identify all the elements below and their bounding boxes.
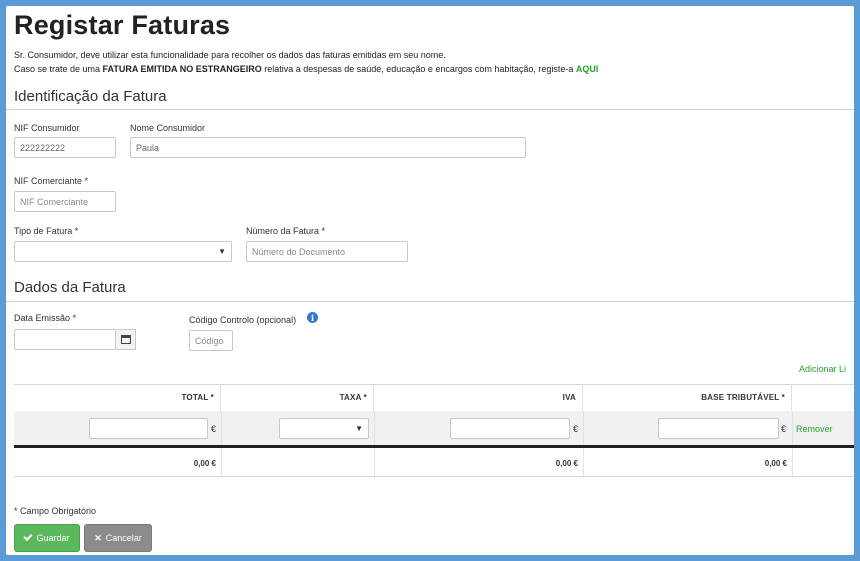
codigo-controlo-label: Código Controlo (opcional) xyxy=(189,315,297,325)
currency-symbol: € xyxy=(781,424,787,434)
column-divider xyxy=(221,448,222,477)
column-divider xyxy=(583,448,584,477)
dropdown-arrow-icon: ▼ xyxy=(218,247,226,256)
calendar-button[interactable] xyxy=(116,329,136,350)
required-field-note: * Campo Obrigatório xyxy=(14,506,97,516)
check-icon xyxy=(23,531,34,542)
tipo-fatura-label: Tipo de Fatura * xyxy=(14,226,79,236)
section-title-identificacao: Identificação da Fatura xyxy=(14,88,167,105)
intro-text-line-2: Caso se trate de uma FATURA EMITIDA NO E… xyxy=(14,64,598,74)
guardar-button[interactable]: Guardar xyxy=(14,524,80,552)
column-divider xyxy=(221,411,222,445)
total-input[interactable] xyxy=(89,418,208,439)
column-divider xyxy=(374,411,375,445)
info-icon[interactable]: i xyxy=(307,312,318,323)
codigo-controlo-input[interactable]: Código xyxy=(189,330,233,351)
table-bottom-border xyxy=(14,476,854,477)
cancelar-label: Cancelar xyxy=(105,533,142,543)
base-tributavel-sum: 0,00 € xyxy=(764,459,787,468)
nif-consumidor-label: NIF Consumidor xyxy=(14,123,80,133)
column-divider xyxy=(583,411,584,445)
page-frame: Registar Faturas Sr. Consumidor, deve ut… xyxy=(6,6,854,555)
guardar-label: Guardar xyxy=(36,533,70,543)
table-total-separator xyxy=(14,445,854,448)
section-divider xyxy=(6,301,854,302)
tipo-fatura-select[interactable]: ▼ xyxy=(14,241,232,262)
taxa-select[interactable]: ▼ xyxy=(279,418,369,439)
cancelar-button[interactable]: ✕ Cancelar xyxy=(84,524,152,552)
section-title-dados: Dados da Fatura xyxy=(14,279,126,296)
aqui-link[interactable]: AQUI xyxy=(576,64,599,74)
column-header-iva: IVA xyxy=(374,384,583,411)
column-divider xyxy=(374,448,375,477)
iva-input[interactable] xyxy=(450,418,570,439)
calendar-icon xyxy=(120,335,131,344)
numero-fatura-label: Número da Fatura * xyxy=(246,226,326,236)
nome-consumidor-label: Nome Consumidor xyxy=(130,123,206,133)
section-divider xyxy=(6,109,854,110)
total-sum: 0,00 € xyxy=(193,459,216,468)
close-icon: ✕ xyxy=(94,532,102,543)
currency-symbol: € xyxy=(573,424,579,434)
nome-consumidor-field[interactable]: Paula xyxy=(130,137,526,158)
page-title: Registar Faturas xyxy=(14,10,231,40)
nif-comerciante-label: NIF Comerciante * xyxy=(14,176,89,186)
adicionar-linha-link[interactable]: Adicionar Li xyxy=(799,364,846,374)
column-header-total: TOTAL * xyxy=(14,384,221,411)
column-header-taxa: TAXA * xyxy=(221,384,374,411)
intro-line-2-bold: FATURA EMITIDA NO ESTRANGEIRO xyxy=(102,64,262,74)
data-emissao-label: Data Emissão * xyxy=(14,313,77,323)
base-tributavel-input[interactable] xyxy=(658,418,779,439)
column-divider xyxy=(792,411,793,445)
column-divider xyxy=(792,448,793,477)
dropdown-arrow-icon: ▼ xyxy=(355,424,363,433)
nif-consumidor-field[interactable]: 222222222 xyxy=(14,137,116,158)
intro-text-line-1: Sr. Consumidor, deve utilizar esta funci… xyxy=(14,50,446,60)
intro-line-2-pre: Caso se trate de uma xyxy=(14,64,103,74)
intro-line-2-post: relativa a despesas de saúde, educação e… xyxy=(261,64,576,74)
remover-link[interactable]: Remover xyxy=(796,424,833,434)
data-emissao-input[interactable] xyxy=(14,329,116,350)
invoice-lines-table: TOTAL * TAXA * IVA BASE TRIBUTÁVEL * € ▼… xyxy=(14,384,854,477)
column-header-base-tributavel: BASE TRIBUTÁVEL * xyxy=(583,384,792,411)
iva-sum: 0,00 € xyxy=(555,459,578,468)
nif-comerciante-input[interactable]: NIF Comerciante xyxy=(14,191,116,212)
currency-symbol: € xyxy=(211,424,217,434)
numero-fatura-input[interactable]: Número do Documento xyxy=(246,241,408,262)
